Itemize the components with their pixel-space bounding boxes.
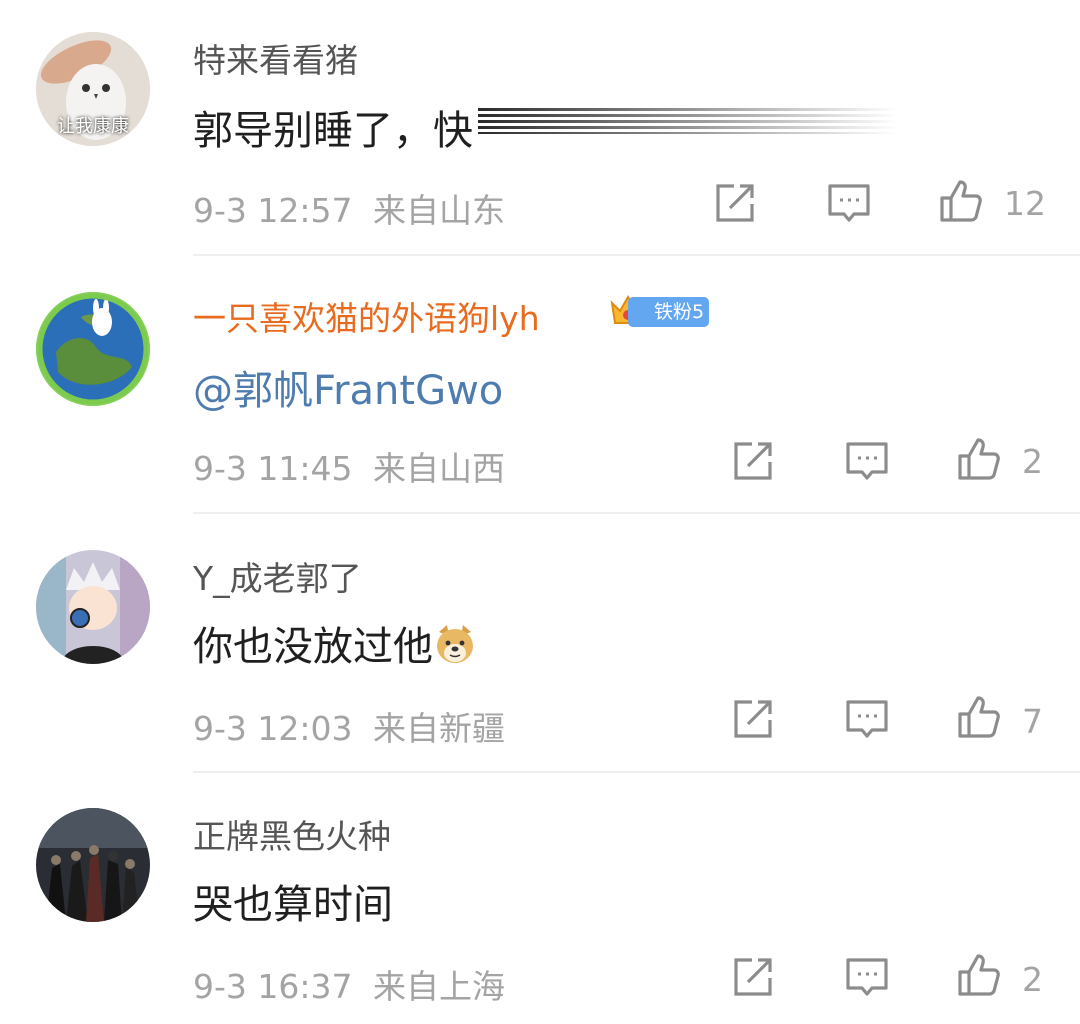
avatar[interactable] (36, 550, 150, 664)
redacted-text (478, 108, 898, 134)
comment-text: 你也没放过他 (193, 614, 477, 672)
comment-meta: 9-3 12:03 来自新疆 (193, 702, 505, 750)
avatar-caption: 让我康康 (57, 116, 129, 137)
comment-meta: 9-3 11:45 来自山西 (193, 442, 505, 490)
earth-avatar-image (37, 293, 149, 405)
like-icon[interactable] (956, 436, 1002, 482)
like-icon[interactable] (956, 952, 1002, 998)
like-icon[interactable] (938, 178, 984, 224)
fan-badge: 铁粉5 (628, 297, 710, 327)
timestamp: 9-3 16:37 (193, 967, 353, 1006)
avatar[interactable] (36, 808, 150, 922)
comment-meta: 9-3 16:37 来自上海 (193, 960, 505, 1008)
location: 来自新疆 (373, 709, 505, 748)
like-count: 2 (1022, 960, 1043, 999)
timestamp: 9-3 12:03 (193, 709, 353, 748)
avatar[interactable]: 让我康康 (36, 32, 150, 146)
location: 来自上海 (373, 967, 505, 1006)
divider (193, 512, 1080, 514)
share-icon[interactable] (730, 438, 776, 484)
comment-meta: 9-3 12:57 来自山东 (193, 184, 505, 232)
like-count: 7 (1022, 702, 1043, 741)
share-icon[interactable] (730, 696, 776, 742)
avatar[interactable] (36, 292, 150, 406)
reply-icon[interactable] (826, 180, 872, 226)
divider (193, 254, 1080, 256)
like-icon[interactable] (956, 694, 1002, 740)
timestamp: 9-3 12:57 (193, 191, 353, 230)
divider (193, 771, 1080, 773)
username[interactable]: Y_成老郭了 (193, 552, 362, 600)
share-icon[interactable] (730, 954, 776, 1000)
comment-text: 哭也算时间 (193, 882, 393, 928)
timestamp: 9-3 11:45 (193, 449, 353, 488)
comment-item: 让我康康 特来看看猪 郭导别睡了，快 9-3 12:57 来自山东 12 (0, 0, 1080, 256)
reply-icon[interactable] (844, 954, 890, 1000)
username[interactable]: 特来看看猪 (193, 34, 358, 82)
comment-text: 郭导别睡了，快 (193, 108, 473, 154)
doge-emoji-icon (437, 625, 473, 663)
reply-icon[interactable] (844, 696, 890, 742)
location: 来自山东 (373, 191, 505, 230)
username[interactable]: 一只喜欢猫的外语狗lyh (193, 292, 540, 340)
comment-text-content: 你也没放过他 (193, 624, 433, 670)
reply-icon[interactable] (844, 438, 890, 484)
heroes-avatar-image (36, 808, 150, 922)
like-count: 12 (1004, 184, 1046, 223)
like-count: 2 (1022, 442, 1043, 481)
anime-avatar-image (36, 550, 150, 664)
username[interactable]: 正牌黑色火种 (193, 810, 391, 858)
share-icon[interactable] (712, 180, 758, 226)
mention-link[interactable]: @郭帆FrantGwo (193, 358, 503, 416)
location: 来自山西 (373, 449, 505, 488)
